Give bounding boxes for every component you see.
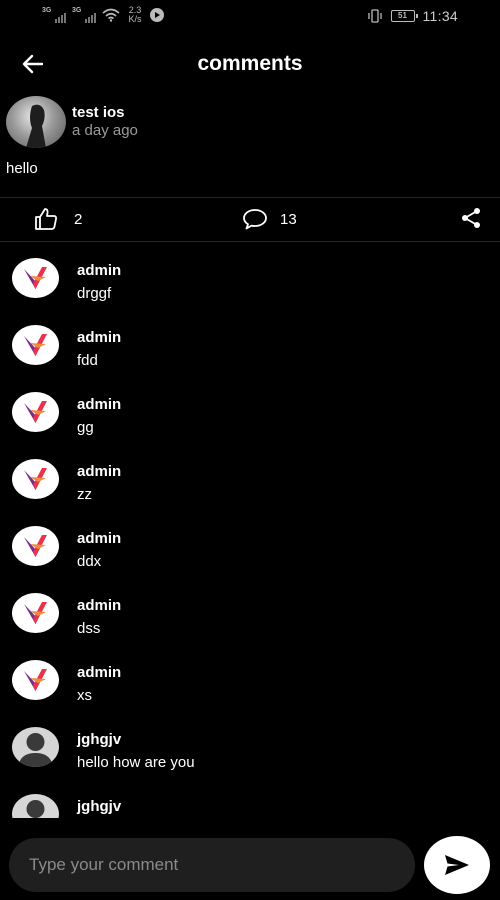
signal-sim1-icon: 3G [42,7,66,23]
wifi-icon [102,8,120,22]
commenter-name[interactable]: admin [77,463,121,480]
comment-text: zz [77,486,92,503]
commenter-name[interactable]: admin [77,530,121,547]
brand-v-logo-icon [24,602,47,624]
status-right: 51 11:34 [367,8,459,24]
comment-input[interactable] [9,838,415,892]
commenter-avatar[interactable] [12,794,59,818]
thumbs-up-icon [35,208,57,230]
commenter-avatar[interactable] [12,660,59,700]
sim2-network-type: 3G [72,7,82,14]
comment-text: gg [77,419,94,436]
status-time: 11:34 [422,8,458,24]
brand-v-logo-icon [24,669,47,691]
comment-button[interactable] [242,207,268,231]
comment-item[interactable]: admin drggf [0,242,500,309]
commenter-name[interactable]: admin [77,597,121,614]
comment-item[interactable]: jghgjv [0,778,500,818]
commenter-name[interactable]: jghgjv [77,798,121,815]
chat-bubble-icon [243,209,267,230]
brand-v-logo-icon [24,401,47,423]
brand-v-logo-icon [24,535,47,557]
post-author-name[interactable]: test ios [72,104,125,121]
commenter-avatar[interactable] [12,258,59,298]
post-time: a day ago [72,122,138,139]
comment-item[interactable]: jghgjv hello how are you [0,711,500,778]
media-play-icon [150,8,164,22]
status-bar: 3G 3G 2.3 K/s 51 11:34 [0,0,500,34]
comment-list[interactable]: admin drggf admin fdd admin gg admin zz … [0,242,500,818]
battery-icon: 51 [390,10,418,22]
default-person-icon [18,733,53,767]
share-button[interactable] [460,207,482,229]
commenter-name[interactable]: admin [77,664,121,681]
comment-text: ddx [77,553,102,570]
commenter-avatar[interactable] [12,459,59,499]
send-button[interactable] [424,836,490,894]
post-text: hello [6,160,38,177]
sim1-network-type: 3G [42,7,52,14]
like-button[interactable] [34,207,58,231]
comment-item[interactable]: admin dss [0,577,500,644]
commenter-name[interactable]: jghgjv [77,731,121,748]
like-count: 2 [74,211,83,228]
status-left: 3G 3G 2.3 K/s [42,6,164,24]
post-author-avatar[interactable] [6,96,66,148]
commenter-name[interactable]: admin [77,396,121,413]
commenter-avatar[interactable] [12,392,59,432]
comment-text: fdd [77,352,98,369]
brand-v-logo-icon [24,334,47,356]
brand-v-logo-icon [24,267,47,289]
app-header: comments [0,40,500,88]
comment-item[interactable]: admin xs [0,644,500,711]
comment-item[interactable]: admin zz [0,443,500,510]
comment-text: xs [77,687,92,704]
comment-text: dss [77,620,101,637]
brand-v-logo-icon [24,468,47,490]
post-author-row: test ios a day ago [6,96,486,152]
commenter-avatar[interactable] [12,526,59,566]
comment-item[interactable]: admin fdd [0,309,500,376]
comment-text: hello how are you [77,754,195,771]
comment-item[interactable]: admin ddx [0,510,500,577]
default-person-icon [26,800,45,818]
network-speed: 2.3 K/s [126,6,144,24]
share-icon [462,208,480,228]
commenter-avatar[interactable] [12,593,59,633]
battery-level: 51 [398,11,407,20]
commenter-avatar[interactable] [12,325,59,365]
comment-composer [9,838,415,892]
comment-text: drggf [77,285,112,302]
vibrate-icon [367,9,382,23]
post-actions: 2 13 [0,198,500,242]
commenter-avatar[interactable] [12,727,59,767]
send-icon [445,855,469,875]
signal-sim2-icon: 3G [72,7,96,23]
comment-count: 13 [280,211,297,228]
commenter-name[interactable]: admin [77,329,121,346]
network-speed-unit: K/s [128,14,142,24]
commenter-name[interactable]: admin [77,262,121,279]
page-title: comments [197,52,303,75]
comment-item[interactable]: admin gg [0,376,500,443]
